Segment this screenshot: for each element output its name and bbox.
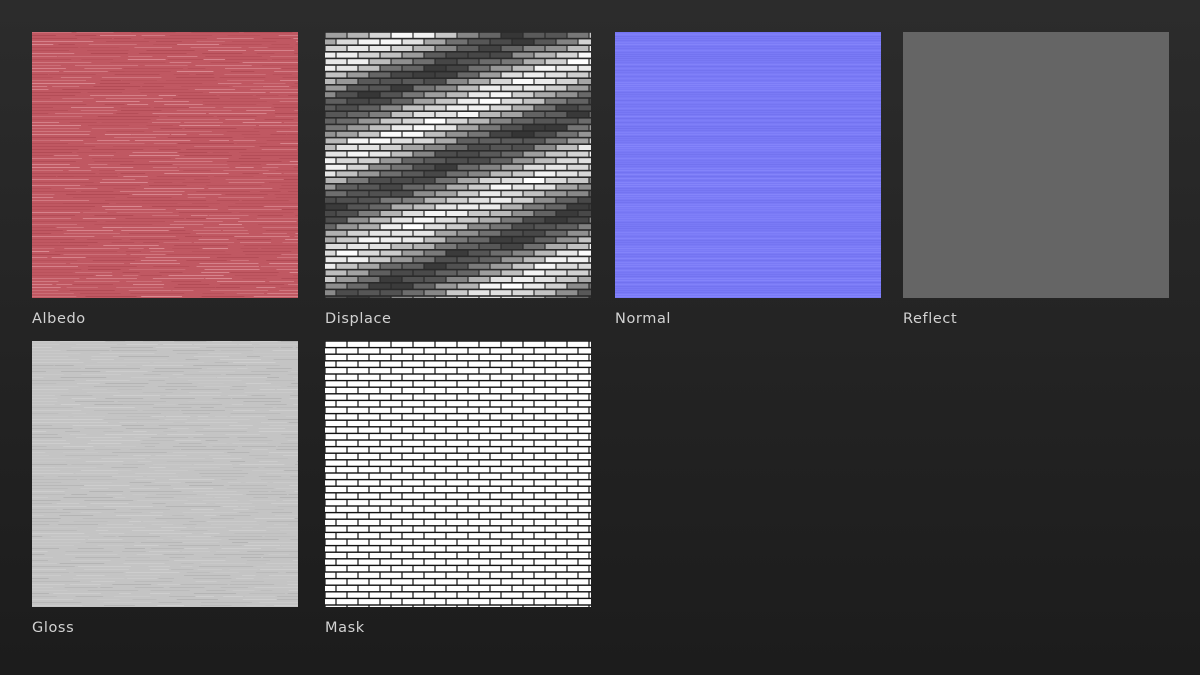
texture-tile-mask[interactable]: Mask bbox=[325, 341, 591, 636]
gloss-map-preview[interactable] bbox=[32, 341, 298, 607]
texture-tile-normal[interactable]: Normal bbox=[615, 32, 881, 327]
mask-label: Mask bbox=[325, 620, 365, 636]
mask-map-preview[interactable] bbox=[325, 341, 591, 607]
reflect-label: Reflect bbox=[903, 311, 958, 327]
albedo-label: Albedo bbox=[32, 311, 86, 327]
texture-tile-gloss[interactable]: Gloss bbox=[32, 341, 298, 636]
texture-tile-albedo[interactable]: Albedo bbox=[32, 32, 298, 327]
normal-label: Normal bbox=[615, 311, 672, 327]
reflect-map-preview[interactable] bbox=[903, 32, 1169, 298]
albedo-map-preview[interactable] bbox=[32, 32, 298, 298]
texture-tile-reflect[interactable]: Reflect bbox=[903, 32, 1169, 327]
texture-tile-displace[interactable]: Displace bbox=[325, 32, 591, 327]
gloss-label: Gloss bbox=[32, 620, 75, 636]
normal-map-preview[interactable] bbox=[615, 32, 881, 298]
displace-map-preview[interactable] bbox=[325, 32, 591, 298]
displace-label: Displace bbox=[325, 311, 392, 327]
